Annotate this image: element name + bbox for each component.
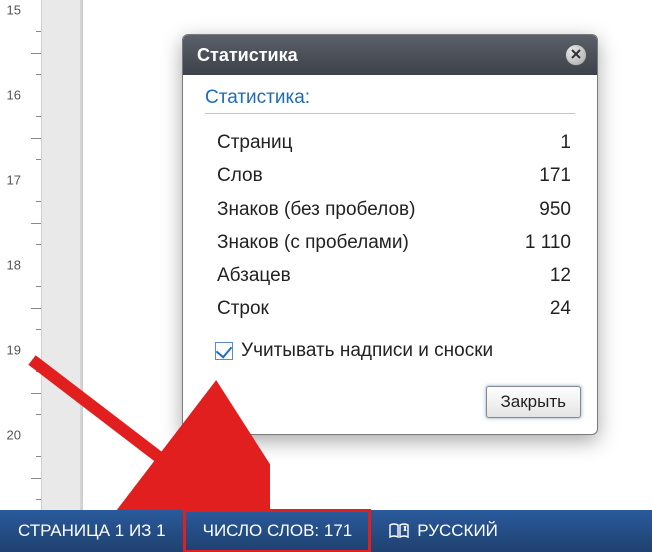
ruler-number: 15 (7, 3, 21, 18)
vertical-ruler: 15 16 17 18 19 20 (0, 0, 42, 510)
dialog-title: Статистика (197, 45, 565, 66)
stat-row-paragraphs: Абзацев 12 (217, 259, 571, 292)
stat-value: 171 (539, 159, 571, 192)
status-word-count-text: ЧИСЛО СЛОВ: 171 (203, 521, 353, 541)
ruler-tick (31, 223, 41, 224)
statistics-dialog: Статистика Статистика: Страниц 1 Слов 17… (182, 34, 598, 435)
stat-row-pages: Страниц 1 (217, 126, 571, 159)
stat-value: 950 (539, 193, 571, 226)
ruler-tick (36, 159, 41, 160)
stat-row-chars-no-spaces: Знаков (без пробелов) 950 (217, 193, 571, 226)
book-icon (389, 523, 409, 539)
status-page[interactable]: СТРАНИЦА 1 ИЗ 1 (0, 510, 184, 552)
stat-label: Абзацев (217, 259, 291, 292)
stats-rows: Страниц 1 Слов 171 Знаков (без пробелов)… (205, 126, 575, 326)
ruler-tick (36, 286, 41, 287)
ruler-number: 17 (7, 173, 21, 188)
ruler-tick (36, 329, 41, 330)
stat-value: 1 110 (525, 226, 571, 259)
ruler-number: 16 (7, 88, 21, 103)
status-word-count[interactable]: ЧИСЛО СЛОВ: 171 (184, 510, 371, 552)
status-language-text: РУССКИЙ (417, 521, 498, 541)
stat-label: Строк (217, 292, 269, 325)
stat-label: Знаков (без пробелов) (217, 193, 415, 226)
close-icon (571, 49, 581, 59)
status-page-text: СТРАНИЦА 1 ИЗ 1 (18, 521, 166, 541)
ruler-tick (36, 371, 41, 372)
ruler-tick (31, 478, 41, 479)
stat-label: Страниц (217, 126, 293, 159)
ruler-tick (36, 244, 41, 245)
ruler-tick (36, 116, 41, 117)
ruler-tick (31, 393, 41, 394)
include-textboxes-checkbox[interactable] (215, 342, 233, 360)
close-button[interactable]: Закрыть (486, 386, 581, 418)
dialog-close-button[interactable] (565, 44, 587, 66)
ruler-tick (36, 201, 41, 202)
ruler-tick (36, 74, 41, 75)
stat-value: 24 (550, 292, 571, 325)
ruler-tick (31, 138, 41, 139)
dialog-body: Статистика: Страниц 1 Слов 171 Знаков (б… (183, 75, 597, 386)
stat-value: 12 (550, 259, 571, 292)
status-language[interactable]: РУССКИЙ (370, 510, 516, 552)
stat-row-chars-with-spaces: Знаков (с пробелами) 1 110 (217, 226, 571, 259)
stats-group-label: Статистика: (205, 87, 575, 114)
stat-row-words: Слов 171 (217, 159, 571, 192)
ruler-tick (36, 499, 41, 500)
stat-label: Слов (217, 159, 263, 192)
ruler-tick (36, 414, 41, 415)
ruler-tick (31, 53, 41, 54)
ruler-tick (31, 308, 41, 309)
ruler-number: 19 (7, 343, 21, 358)
stat-value: 1 (560, 126, 571, 159)
include-textboxes-label: Учитывать надписи и сноски (241, 340, 493, 362)
include-textboxes-row[interactable]: Учитывать надписи и сноски (205, 340, 575, 362)
stat-label: Знаков (с пробелами) (217, 226, 409, 259)
ruler-tick (36, 31, 41, 32)
ruler-number: 18 (7, 258, 21, 273)
dialog-buttons: Закрыть (183, 386, 597, 434)
ruler-tick (36, 456, 41, 457)
stat-row-lines: Строк 24 (217, 292, 571, 325)
ruler-number: 20 (7, 428, 21, 443)
dialog-titlebar[interactable]: Статистика (183, 35, 597, 75)
status-bar: СТРАНИЦА 1 ИЗ 1 ЧИСЛО СЛОВ: 171 РУССКИЙ (0, 510, 652, 552)
